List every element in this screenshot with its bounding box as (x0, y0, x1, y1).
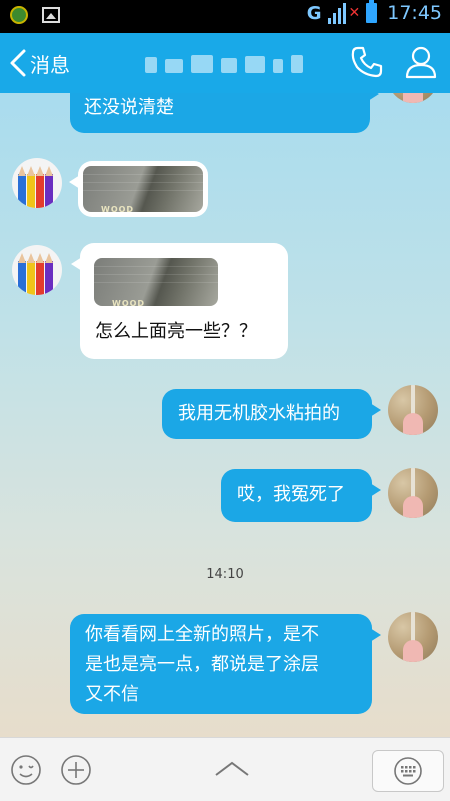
message-text: 还没说清楚 (84, 97, 174, 118)
plus-icon (61, 755, 91, 785)
photo-thumbnail[interactable]: WOOD (83, 166, 203, 212)
message-bubble-outgoing[interactable]: 你看看网上全新的照片，是不 是也是亮一点，都说是了涂层 又不信 (70, 614, 381, 714)
image-text: WOOD (112, 299, 146, 306)
title-bar: 消息 (0, 33, 450, 93)
message-bubble-outgoing[interactable]: 还没说清楚 (70, 93, 379, 133)
message-text-line: 是也是亮一点，都说是了涂层 (85, 654, 319, 675)
contact-profile-button[interactable] (404, 45, 438, 83)
chat-area[interactable]: 还没说清楚 WOOD WOOD 怎么上面亮一些？？ 我用无机胶水粘拍的 哎，我冤… (0, 93, 450, 737)
message-bubble-outgoing[interactable]: 哎，我冤死了 (221, 469, 381, 522)
contact-avatar[interactable] (12, 158, 62, 208)
app-notification-icon (10, 6, 28, 24)
emoji-icon (11, 755, 41, 785)
image-text: WOOD (101, 205, 135, 212)
keyboard-toggle-button[interactable] (372, 750, 444, 792)
no-signal-icon: ✕ (348, 5, 361, 21)
message-bubble-incoming-image[interactable]: WOOD (69, 161, 208, 217)
message-bubble-outgoing[interactable]: 我用无机胶水粘拍的 (162, 389, 381, 439)
message-bubble-incoming[interactable]: WOOD 怎么上面亮一些？？ (71, 243, 288, 359)
contact-avatar[interactable] (12, 245, 62, 295)
my-avatar[interactable] (388, 612, 438, 662)
message-text: 怎么上面亮一些？？ (95, 321, 257, 342)
message-text: 我用无机胶水粘拍的 (178, 403, 340, 424)
keyboard-icon (394, 757, 422, 785)
message-text: 哎，我冤死了 (237, 484, 345, 505)
image-notification-icon (42, 7, 60, 23)
chevron-up-icon (215, 761, 249, 776)
profile-icon (405, 46, 437, 79)
chevron-left-icon (10, 49, 26, 77)
more-button[interactable] (60, 754, 92, 790)
timestamp: 14:10 (206, 567, 244, 582)
message-text-line: 你看看网上全新的照片，是不 (85, 624, 319, 645)
back-label: 消息 (30, 52, 70, 77)
photo-thumbnail[interactable]: WOOD (94, 258, 218, 306)
expand-button[interactable] (213, 758, 251, 784)
input-bar (0, 737, 450, 801)
network-type: G (306, 2, 322, 24)
battery-icon (366, 0, 378, 23)
my-avatar[interactable] (388, 93, 438, 103)
contact-name-blurred (145, 53, 305, 75)
back-button[interactable]: 消息 (8, 43, 70, 83)
phone-call-button[interactable] (350, 45, 384, 83)
signal-icon (327, 2, 346, 24)
phone-icon (351, 46, 383, 78)
emoji-button[interactable] (10, 754, 42, 790)
status-bar: G ✕ 17:45 (0, 0, 450, 33)
my-avatar[interactable] (388, 385, 438, 435)
my-avatar[interactable] (388, 468, 438, 518)
clock: 17:45 (387, 2, 442, 24)
message-text-line: 又不信 (85, 684, 139, 705)
